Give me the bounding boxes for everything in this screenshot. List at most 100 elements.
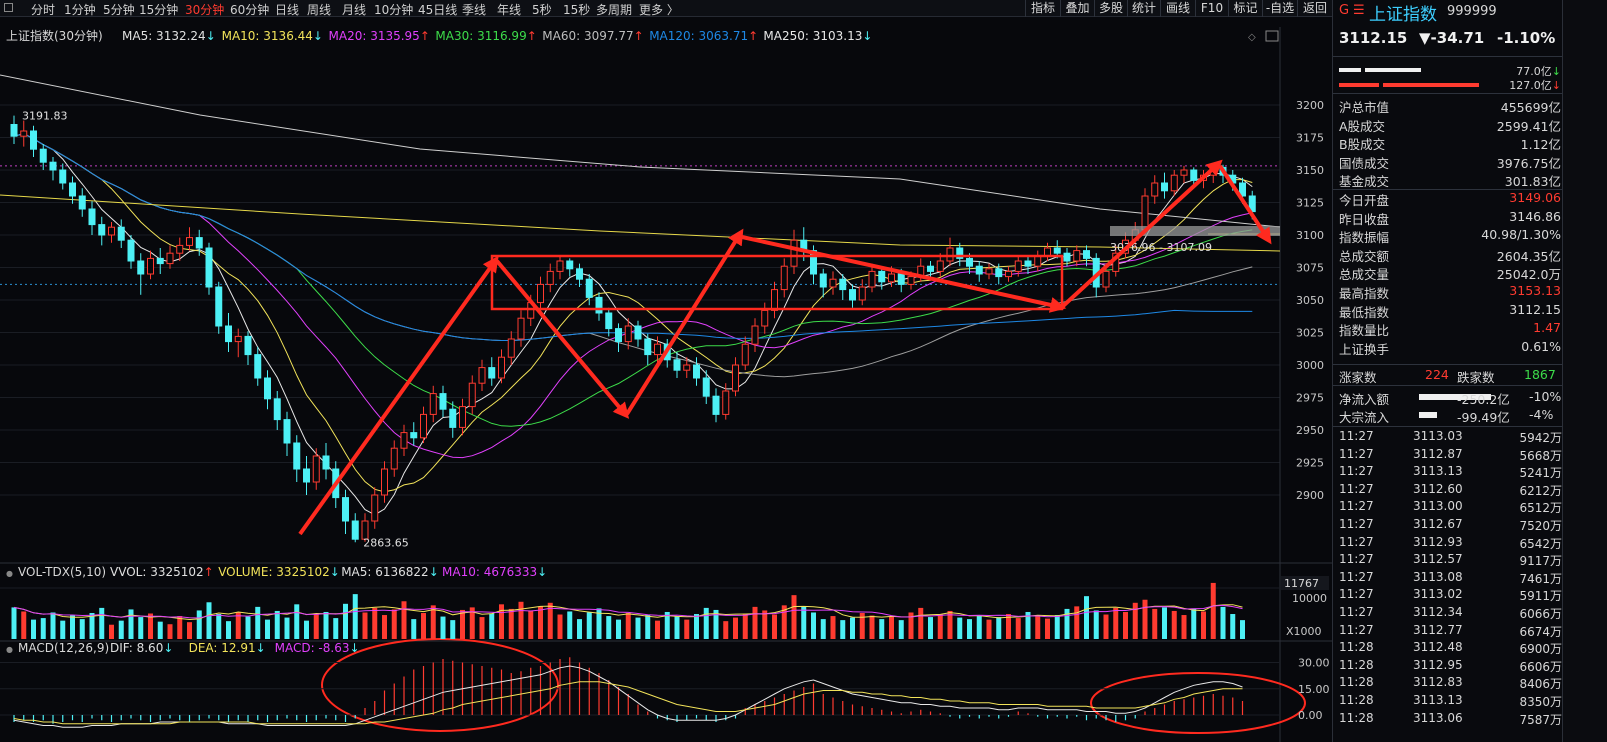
tick-price: 3113.13 (1413, 693, 1463, 707)
main-legend-item-3: MA30: 3116.99↑ (435, 29, 536, 43)
period-tab-14[interactable]: 15秒 (563, 1, 590, 18)
tool-button-2[interactable]: 多股 (1094, 0, 1127, 17)
vol-bar (1240, 620, 1245, 639)
candle (98, 216, 106, 246)
candle (858, 279, 866, 306)
period-tab-4[interactable]: 30分钟 (185, 1, 224, 18)
vol-bar (352, 594, 358, 639)
tick-price: 3112.77 (1413, 622, 1463, 637)
stat-value-10: 3153.13 (1509, 283, 1561, 298)
flow-label-0: 净流入额 (1339, 392, 1390, 407)
vol-bar (411, 619, 417, 639)
vol-bar (89, 612, 95, 639)
candle (322, 443, 330, 480)
fall-count: 1867 (1524, 367, 1556, 382)
tick-volume: 5241万 (1519, 466, 1562, 481)
vol-axis-top: 11767 (1284, 577, 1319, 590)
main-legend: 上证指数(30分钟) MA5: 3132.24↓ MA10: 3136.44↓ MA2… (6, 28, 872, 43)
vol-bar (11, 607, 17, 639)
vol-bar (138, 617, 144, 639)
candle (429, 385, 437, 423)
candle (566, 258, 574, 277)
main-legend-item-5: MA120: 3063.71↑ (649, 29, 758, 43)
stat-label-5: 今日开盘 (1339, 193, 1390, 208)
panel-toggle-icon[interactable] (4, 3, 13, 12)
price-tick-3050: 3050 (1296, 294, 1324, 307)
tick-price: 3112.57 (1413, 552, 1463, 567)
vol-bar (274, 610, 280, 639)
tick-row: 11:27 3113.00 6512万 (1333, 499, 1562, 516)
candle (283, 411, 291, 456)
high-price-label: 3191.83 (22, 110, 68, 123)
vol-bar (538, 606, 543, 639)
side-tab-strip[interactable] (1562, 0, 1607, 742)
vol-bar (21, 611, 27, 639)
macd-axis-0: 30.00 (1298, 657, 1330, 670)
vol-bar (918, 607, 924, 639)
vol-bar (976, 616, 982, 639)
tool-button-5[interactable]: F10 (1195, 0, 1228, 17)
period-tab-1[interactable]: 1分钟 (64, 1, 96, 18)
price-axis: 2900 2925 2950 2975 3000 3025 3050 3075 3100 3125… (1248, 30, 1324, 502)
period-tab-6[interactable]: 日线 (275, 1, 299, 18)
vol-bar (479, 617, 485, 639)
period-tab-12[interactable]: 年线 (497, 1, 521, 18)
main-legend-item-1: MA10: 3136.44↓ (222, 29, 323, 43)
tool-button-8[interactable]: 返回 (1297, 0, 1332, 17)
axis-scale-icon[interactable] (1265, 30, 1279, 42)
stat-label-4: 基金成交 (1339, 174, 1390, 190)
candle (829, 271, 837, 295)
vol-bar (742, 613, 748, 639)
tool-button-1[interactable]: 叠加 (1060, 0, 1094, 17)
tick-volume: 7520万 (1519, 519, 1562, 533)
tick-row: 11:27 3112.67 7520万 (1333, 517, 1562, 534)
diamond-icon: ◇ (1248, 32, 1256, 43)
period-tab-10[interactable]: 45日线 (418, 1, 457, 18)
tool-button-3[interactable]: 统计 (1127, 0, 1160, 17)
period-tab-0[interactable]: 分时 (31, 1, 55, 18)
moving-average-lines (0, 74, 1281, 516)
tool-button-4[interactable]: 画线 (1160, 0, 1195, 17)
candle (1083, 245, 1090, 267)
tick-price: 3112.83 (1413, 675, 1463, 690)
candle (556, 255, 564, 280)
vol-bar (557, 614, 563, 639)
trend-arrow-2 (625, 228, 744, 416)
candle (381, 461, 388, 503)
period-tab-16[interactable]: 更多 〉 (639, 1, 679, 18)
tool-button-0[interactable]: 指标 (1025, 0, 1060, 17)
period-tab-11[interactable]: 季线 (462, 1, 486, 18)
period-tab-15[interactable]: 多周期 (596, 1, 632, 18)
stat-label-8: 总成交额 (1339, 248, 1390, 264)
tick-row: 11:27 3112.77 6674万 (1333, 623, 1562, 640)
period-tab-5[interactable]: 60分钟 (230, 1, 269, 18)
candle (137, 253, 145, 295)
period-tab-7[interactable]: 周线 (307, 1, 331, 18)
vol-bar (733, 617, 738, 639)
vol-bar (879, 619, 885, 639)
period-tab-13[interactable]: 5秒 (532, 1, 552, 18)
tool-button-7[interactable]: -自选 (1262, 0, 1297, 17)
vol-bar (1152, 608, 1158, 639)
vol-bar (996, 617, 1002, 639)
vol-bar (460, 609, 465, 639)
tool-button-6[interactable]: 标记 (1228, 0, 1262, 17)
kline-chart[interactable]: 3191.832863.653076.96 - 3107.09 29002925… (0, 18, 1332, 742)
price-tick-2975: 2975 (1296, 392, 1324, 405)
rise-count-label: 涨家数 (1339, 370, 1377, 385)
vol-bar (1074, 606, 1080, 639)
tick-volume: 6606万 (1519, 659, 1562, 674)
tick-volume: 6674万 (1519, 624, 1562, 639)
candle (517, 310, 525, 347)
candle (88, 201, 96, 235)
candle (673, 352, 681, 378)
period-tab-2[interactable]: 5分钟 (103, 1, 135, 18)
period-tab-3[interactable]: 15分钟 (139, 1, 178, 18)
vol-bar (216, 614, 222, 639)
macd-panel: ● MACD(12,26,9) DIF: 8.60↓ DEA: 12.91↓ MACD:… (0, 641, 1330, 728)
period-tab-9[interactable]: 10分钟 (374, 1, 413, 18)
main-legend-item-0: MA5: 3132.24↓ (122, 29, 216, 43)
menu-icon[interactable]: ☰ (1353, 3, 1365, 18)
tick-row: 11:27 3113.02 5911万 (1333, 587, 1562, 604)
period-tab-8[interactable]: 月线 (342, 1, 366, 18)
